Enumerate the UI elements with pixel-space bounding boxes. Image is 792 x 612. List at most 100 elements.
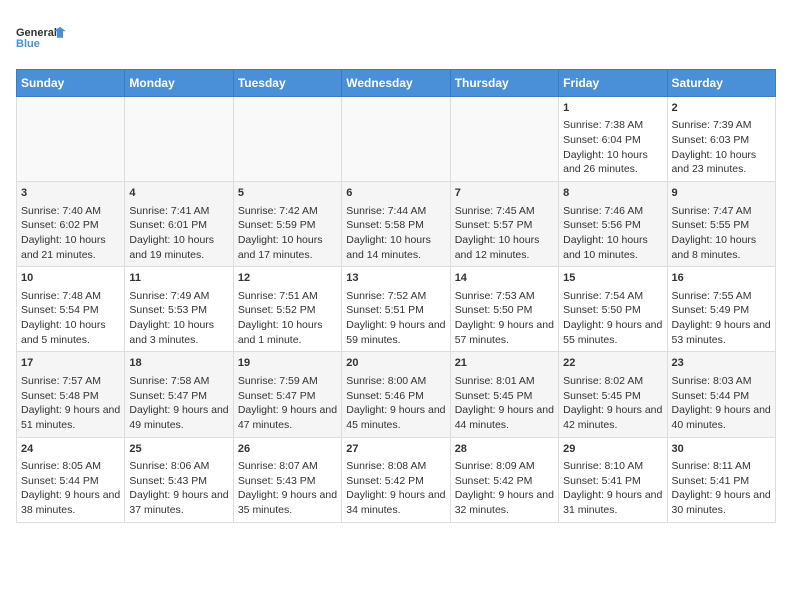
day-info-line: Sunset: 6:01 PM <box>129 218 228 233</box>
header: General Blue <box>16 16 776 61</box>
day-number: 7 <box>455 186 554 201</box>
day-header-tuesday: Tuesday <box>233 70 341 97</box>
day-info-line: Sunset: 5:55 PM <box>672 218 771 233</box>
day-info-line: Sunrise: 7:38 AM <box>563 118 662 133</box>
day-info-line: Sunrise: 7:55 AM <box>672 289 771 304</box>
day-info-line: Daylight: 9 hours and 34 minutes. <box>346 488 445 517</box>
calendar-cell: 5Sunrise: 7:42 AMSunset: 5:59 PMDaylight… <box>233 182 341 267</box>
day-info-line: Sunrise: 8:02 AM <box>563 374 662 389</box>
calendar-cell <box>17 97 125 182</box>
day-info-line: Sunrise: 7:53 AM <box>455 289 554 304</box>
day-info-line: Sunset: 5:41 PM <box>672 474 771 489</box>
day-info-line: Daylight: 9 hours and 30 minutes. <box>672 488 771 517</box>
day-number: 3 <box>21 186 120 201</box>
calendar-cell: 29Sunrise: 8:10 AMSunset: 5:41 PMDayligh… <box>559 437 667 522</box>
day-number: 11 <box>129 271 228 286</box>
day-info-line: Daylight: 10 hours and 3 minutes. <box>129 318 228 347</box>
day-info-line: Daylight: 10 hours and 12 minutes. <box>455 233 554 262</box>
day-info-line: Sunrise: 7:51 AM <box>238 289 337 304</box>
calendar-cell: 19Sunrise: 7:59 AMSunset: 5:47 PMDayligh… <box>233 352 341 437</box>
day-number: 23 <box>672 356 771 371</box>
day-info-line: Sunrise: 8:10 AM <box>563 459 662 474</box>
day-info-line: Sunset: 5:43 PM <box>129 474 228 489</box>
day-info-line: Sunrise: 7:44 AM <box>346 204 445 219</box>
day-info-line: Sunset: 5:50 PM <box>563 303 662 318</box>
day-header-friday: Friday <box>559 70 667 97</box>
day-info-line: Daylight: 9 hours and 40 minutes. <box>672 403 771 432</box>
day-number: 16 <box>672 271 771 286</box>
day-number: 8 <box>563 186 662 201</box>
day-info-line: Sunrise: 7:58 AM <box>129 374 228 389</box>
day-info-line: Daylight: 9 hours and 37 minutes. <box>129 488 228 517</box>
calendar-cell: 3Sunrise: 7:40 AMSunset: 6:02 PMDaylight… <box>17 182 125 267</box>
day-info-line: Sunrise: 7:42 AM <box>238 204 337 219</box>
day-info-line: Sunset: 5:50 PM <box>455 303 554 318</box>
day-info-line: Daylight: 9 hours and 44 minutes. <box>455 403 554 432</box>
calendar-cell: 10Sunrise: 7:48 AMSunset: 5:54 PMDayligh… <box>17 267 125 352</box>
day-info-line: Sunrise: 8:08 AM <box>346 459 445 474</box>
day-number: 15 <box>563 271 662 286</box>
day-info-line: Sunrise: 8:09 AM <box>455 459 554 474</box>
calendar-cell: 4Sunrise: 7:41 AMSunset: 6:01 PMDaylight… <box>125 182 233 267</box>
day-number: 21 <box>455 356 554 371</box>
day-header-sunday: Sunday <box>17 70 125 97</box>
day-info-line: Sunset: 6:03 PM <box>672 133 771 148</box>
day-header-wednesday: Wednesday <box>342 70 450 97</box>
day-info-line: Sunset: 5:47 PM <box>238 389 337 404</box>
day-info-line: Sunset: 5:41 PM <box>563 474 662 489</box>
day-info-line: Daylight: 10 hours and 19 minutes. <box>129 233 228 262</box>
day-info-line: Daylight: 10 hours and 26 minutes. <box>563 148 662 177</box>
day-info-line: Sunset: 6:04 PM <box>563 133 662 148</box>
day-info-line: Daylight: 10 hours and 8 minutes. <box>672 233 771 262</box>
day-info-line: Daylight: 9 hours and 35 minutes. <box>238 488 337 517</box>
day-info-line: Sunset: 5:44 PM <box>21 474 120 489</box>
day-info-line: Daylight: 10 hours and 14 minutes. <box>346 233 445 262</box>
calendar-cell: 9Sunrise: 7:47 AMSunset: 5:55 PMDaylight… <box>667 182 775 267</box>
calendar-table: SundayMondayTuesdayWednesdayThursdayFrid… <box>16 69 776 523</box>
day-number: 28 <box>455 442 554 457</box>
day-info-line: Sunset: 5:54 PM <box>21 303 120 318</box>
calendar-cell <box>233 97 341 182</box>
day-info-line: Daylight: 9 hours and 53 minutes. <box>672 318 771 347</box>
day-info-line: Daylight: 9 hours and 45 minutes. <box>346 403 445 432</box>
calendar-cell: 6Sunrise: 7:44 AMSunset: 5:58 PMDaylight… <box>342 182 450 267</box>
calendar-cell: 11Sunrise: 7:49 AMSunset: 5:53 PMDayligh… <box>125 267 233 352</box>
calendar-cell: 17Sunrise: 7:57 AMSunset: 5:48 PMDayligh… <box>17 352 125 437</box>
week-row-4: 17Sunrise: 7:57 AMSunset: 5:48 PMDayligh… <box>17 352 776 437</box>
day-info-line: Sunset: 5:48 PM <box>21 389 120 404</box>
calendar-cell: 24Sunrise: 8:05 AMSunset: 5:44 PMDayligh… <box>17 437 125 522</box>
day-info-line: Sunrise: 8:07 AM <box>238 459 337 474</box>
day-info-line: Sunset: 5:44 PM <box>672 389 771 404</box>
day-info-line: Daylight: 9 hours and 55 minutes. <box>563 318 662 347</box>
day-info-line: Sunset: 5:42 PM <box>455 474 554 489</box>
svg-text:Blue: Blue <box>16 38 40 50</box>
day-number: 4 <box>129 186 228 201</box>
day-number: 10 <box>21 271 120 286</box>
day-info-line: Sunset: 5:45 PM <box>455 389 554 404</box>
calendar-cell: 25Sunrise: 8:06 AMSunset: 5:43 PMDayligh… <box>125 437 233 522</box>
day-info-line: Sunset: 5:57 PM <box>455 218 554 233</box>
day-info-line: Daylight: 9 hours and 47 minutes. <box>238 403 337 432</box>
day-info-line: Sunrise: 8:05 AM <box>21 459 120 474</box>
day-number: 19 <box>238 356 337 371</box>
calendar-cell: 18Sunrise: 7:58 AMSunset: 5:47 PMDayligh… <box>125 352 233 437</box>
day-info-line: Daylight: 9 hours and 31 minutes. <box>563 488 662 517</box>
calendar-cell: 1Sunrise: 7:38 AMSunset: 6:04 PMDaylight… <box>559 97 667 182</box>
day-header-saturday: Saturday <box>667 70 775 97</box>
day-info-line: Sunset: 5:51 PM <box>346 303 445 318</box>
day-info-line: Sunrise: 7:40 AM <box>21 204 120 219</box>
day-number: 30 <box>672 442 771 457</box>
day-info-line: Sunrise: 7:46 AM <box>563 204 662 219</box>
day-number: 27 <box>346 442 445 457</box>
day-info-line: Daylight: 10 hours and 23 minutes. <box>672 148 771 177</box>
day-info-line: Daylight: 9 hours and 51 minutes. <box>21 403 120 432</box>
day-info-line: Sunset: 5:42 PM <box>346 474 445 489</box>
day-header-thursday: Thursday <box>450 70 558 97</box>
day-info-line: Sunrise: 7:49 AM <box>129 289 228 304</box>
day-info-line: Sunset: 5:45 PM <box>563 389 662 404</box>
day-info-line: Sunrise: 7:52 AM <box>346 289 445 304</box>
day-info-line: Daylight: 9 hours and 57 minutes. <box>455 318 554 347</box>
day-info-line: Daylight: 10 hours and 21 minutes. <box>21 233 120 262</box>
day-info-line: Daylight: 9 hours and 32 minutes. <box>455 488 554 517</box>
day-number: 22 <box>563 356 662 371</box>
